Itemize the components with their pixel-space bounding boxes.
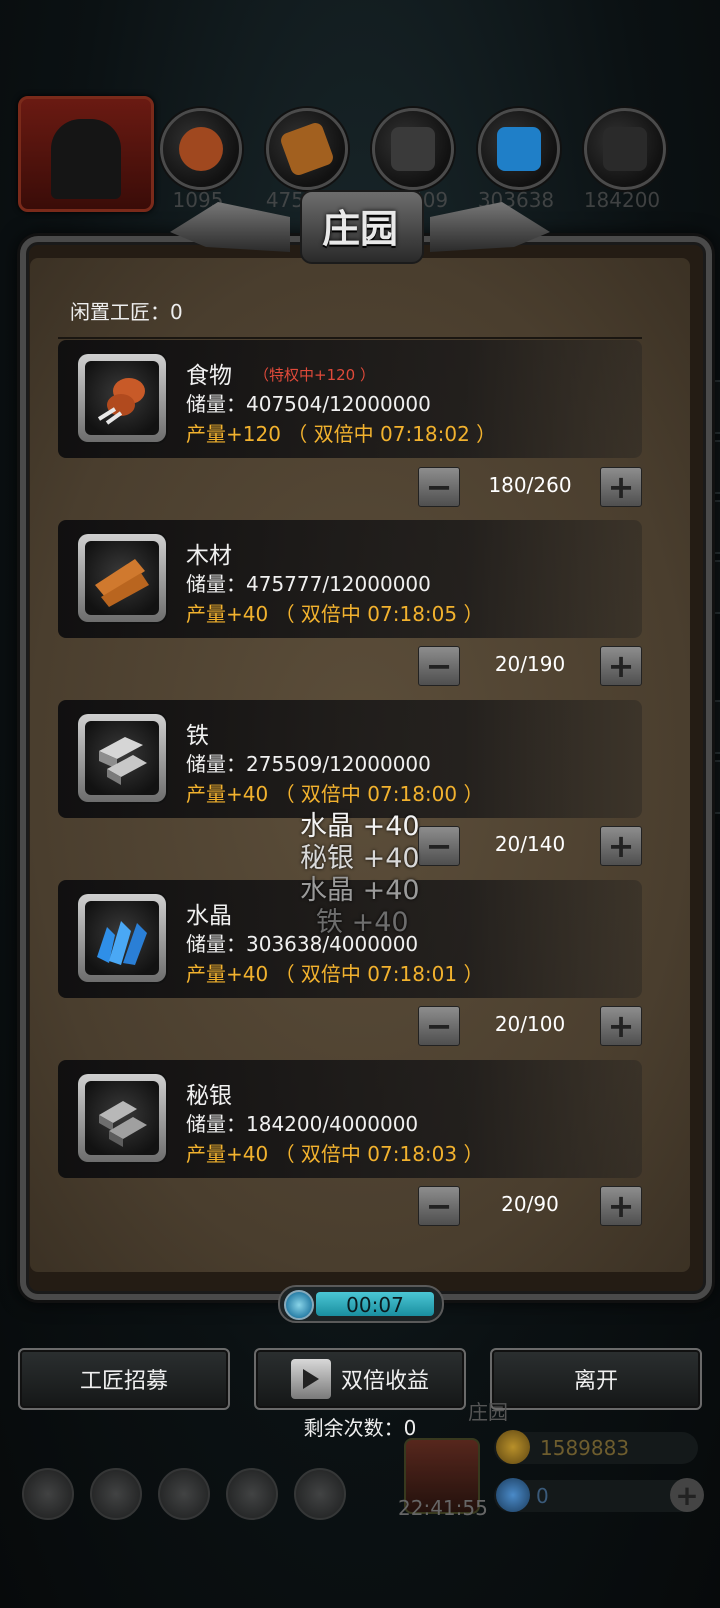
star-icon	[90, 1468, 142, 1520]
floating-gain-text: 铁 +40	[316, 907, 409, 938]
resource-name: 木材	[186, 543, 232, 569]
resource-production: 产量+40 （ 双倍中 07:18:01 ）	[186, 962, 484, 986]
resource-card-wood: 木材 储量：475777/12000000 产量+40 （ 双倍中 07:18:…	[58, 520, 642, 638]
worker-count: 20/90	[501, 1192, 559, 1216]
resource-production: 产量+120 （ 双倍中 07:18:02 ）	[186, 422, 497, 446]
cooldown-timer: 00:07	[278, 1285, 444, 1323]
leave-button[interactable]: 离开	[490, 1348, 702, 1410]
mithril-amount: 184200	[583, 188, 661, 212]
clock-icon	[284, 1290, 314, 1320]
decrease-button[interactable]: −	[418, 467, 460, 507]
worker-count: 180/260	[488, 473, 572, 497]
wood-icon	[78, 534, 166, 622]
mithril-icon	[78, 1074, 166, 1162]
increase-button[interactable]: +	[600, 1186, 642, 1226]
mithril-worker-stepper: − 20/90 +	[418, 1186, 642, 1226]
manor-hud-label: 庄园	[468, 1400, 508, 1424]
gem-icon	[496, 1478, 530, 1512]
crystal-worker-stepper: − 20/100 +	[418, 1006, 642, 1046]
player-portrait	[18, 96, 154, 212]
iron-worker-stepper: − 20/140 +	[418, 826, 642, 866]
timer-text: 00:07	[346, 1293, 404, 1317]
divider	[58, 337, 642, 339]
recruit-label: 工匠招募	[79, 1369, 168, 1394]
menu-icon	[158, 1468, 210, 1520]
resource-name: 秘银	[186, 1083, 232, 1109]
decrease-button[interactable]: −	[418, 1186, 460, 1226]
double-label: 双倍收益	[340, 1369, 429, 1394]
iron-icon	[78, 714, 166, 802]
clock-readout: 22:41:55	[398, 1496, 488, 1520]
resource-name: 水晶	[186, 903, 232, 929]
decrease-button[interactable]: −	[418, 1006, 460, 1046]
gold-amount: 1589883	[540, 1436, 630, 1460]
idle-artisans-label: 闲置工匠：0	[70, 300, 183, 324]
resource-storage: 储量：407504/12000000	[186, 392, 431, 416]
decrease-button[interactable]: −	[418, 826, 460, 866]
resource-storage: 储量：275509/12000000	[186, 752, 431, 776]
mail-icon	[226, 1468, 278, 1520]
recruit-artisan-button[interactable]: 工匠招募	[18, 1348, 230, 1410]
double-income-button[interactable]: 双倍收益	[254, 1348, 466, 1410]
resource-card-iron: 铁 储量：275509/12000000 产量+40 （ 双倍中 07:18:0…	[58, 700, 642, 818]
increase-button[interactable]: +	[600, 646, 642, 686]
add-gems-icon: +	[670, 1478, 704, 1512]
dialog-title: 庄园	[321, 206, 398, 251]
worker-count: 20/190	[494, 652, 566, 676]
crystal-orb-icon	[478, 108, 560, 190]
play-video-icon	[290, 1359, 331, 1399]
increase-button[interactable]: +	[600, 826, 642, 866]
resource-name: 铁	[186, 723, 209, 749]
resource-card-mithril: 秘银 储量：184200/4000000 产量+40 （ 双倍中 07:18:0…	[58, 1060, 642, 1178]
worker-count: 20/100	[494, 1012, 566, 1036]
mithril-orb-icon	[584, 108, 666, 190]
resource-name: 食物	[186, 363, 232, 389]
gem-amount: 0	[536, 1484, 549, 1508]
shop-icon	[294, 1468, 346, 1520]
resource-storage: 储量：475777/12000000	[186, 572, 431, 596]
resource-production: 产量+40 （ 双倍中 07:18:00 ）	[186, 782, 484, 806]
resource-storage: 储量：184200/4000000	[186, 1112, 419, 1136]
increase-button[interactable]: +	[600, 467, 642, 507]
resource-card-food: 食物 （特权中+120 ） 储量：407504/12000000 产量+120 …	[58, 340, 642, 458]
wood-worker-stepper: − 20/190 +	[418, 646, 642, 686]
gold-coin-icon	[496, 1430, 530, 1464]
food-icon	[78, 354, 166, 442]
settings-icon	[22, 1468, 74, 1520]
title-crest: 庄园	[170, 176, 490, 276]
resource-production: 产量+40 （ 双倍中 07:18:03 ）	[186, 1142, 484, 1166]
privilege-badge: （特权中+120 ）	[254, 366, 375, 384]
leave-label: 离开	[573, 1369, 618, 1394]
food-worker-stepper: − 180/260 +	[418, 467, 642, 507]
resource-production: 产量+40 （ 双倍中 07:18:05 ）	[186, 602, 484, 626]
worker-count: 20/140	[494, 832, 566, 856]
decrease-button[interactable]: −	[418, 646, 460, 686]
increase-button[interactable]: +	[600, 1006, 642, 1046]
crystal-icon	[78, 894, 166, 982]
